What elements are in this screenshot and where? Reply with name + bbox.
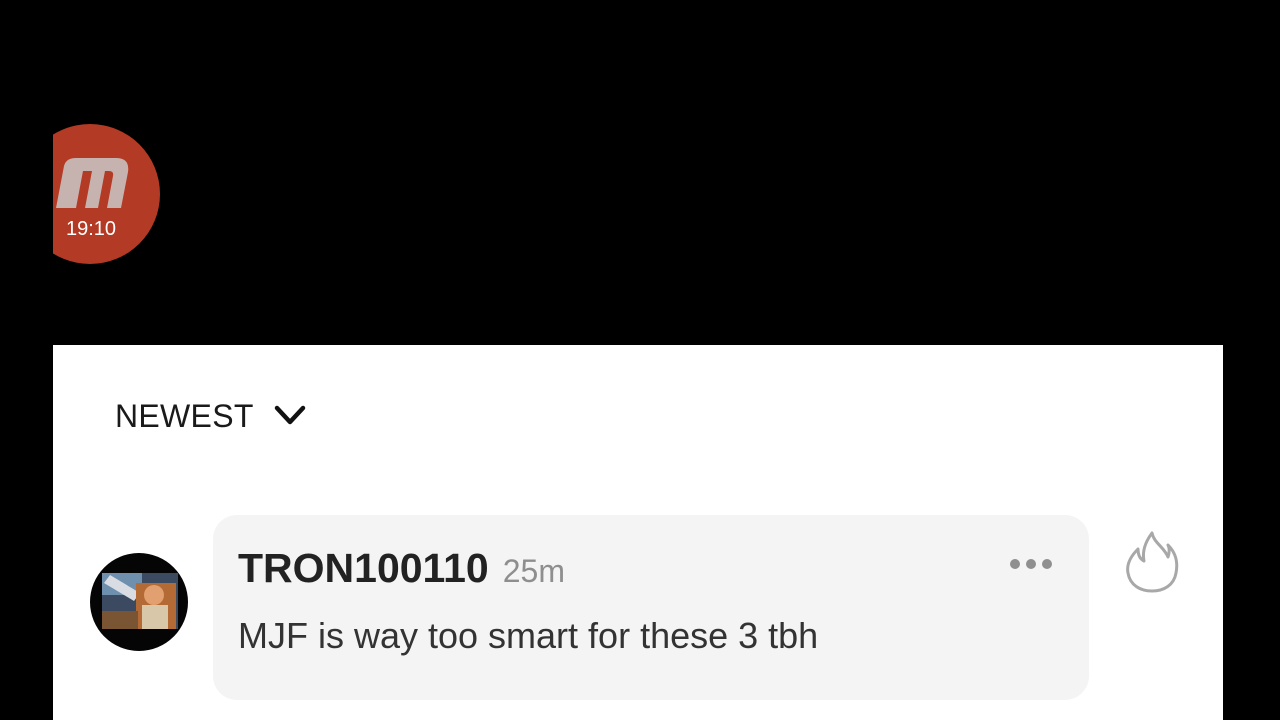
- more-dots-icon: [1010, 559, 1052, 569]
- comment-bubble[interactable]: TRON100110 25m MJF is way too smart for …: [213, 515, 1089, 700]
- avatar[interactable]: [90, 553, 188, 651]
- video-area[interactable]: [0, 0, 1280, 345]
- screen-edge: [0, 0, 53, 720]
- comment-header: TRON100110 25m: [238, 545, 565, 592]
- m-logo-icon: [56, 158, 129, 208]
- comment-item: TRON100110 25m MJF is way too smart for …: [90, 515, 1190, 705]
- comments-sheet: NEWEST TRON100110 25m MJF is way too sma…: [53, 345, 1223, 720]
- comment-timestamp: 25m: [502, 553, 565, 589]
- comment-text: MJF is way too smart for these 3 tbh: [238, 615, 819, 656]
- comment-author[interactable]: TRON100110: [238, 545, 489, 592]
- more-options-button[interactable]: [1007, 549, 1055, 579]
- screen: 19:10 NEWEST TRON100110 25m MJF is way t…: [0, 0, 1280, 720]
- chevron-down-icon: [274, 405, 305, 425]
- avatar-picture: [102, 573, 178, 629]
- fire-reaction-button[interactable]: [1124, 529, 1180, 595]
- fire-icon: [1126, 531, 1179, 593]
- sort-dropdown[interactable]: NEWEST: [115, 395, 308, 437]
- bubble-time: 19:10: [65, 218, 117, 240]
- sort-label: NEWEST: [115, 397, 254, 434]
